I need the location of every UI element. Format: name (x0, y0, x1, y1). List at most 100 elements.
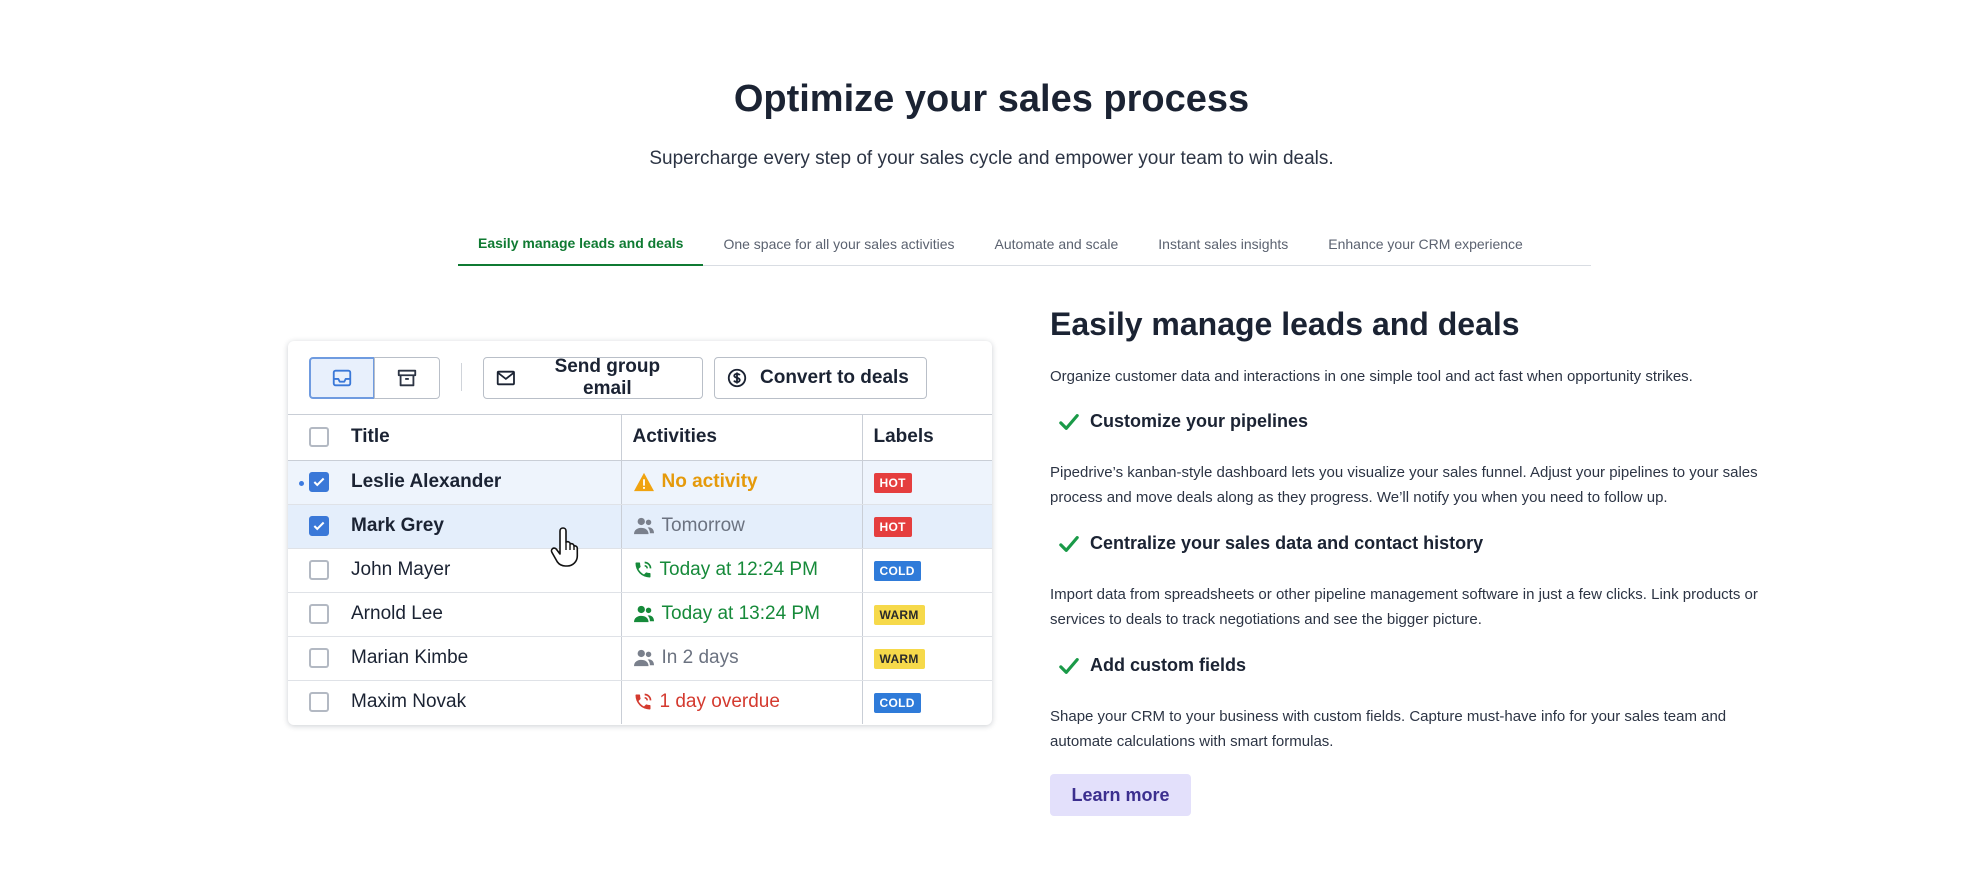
inbox-view-button[interactable] (309, 357, 375, 399)
row-activity-cell: 1 day overdue (621, 680, 863, 724)
learn-more-button[interactable]: Learn more (1050, 774, 1191, 816)
row-title: Mark Grey (351, 504, 622, 549)
convert-to-deals-label: Convert to deals (760, 367, 909, 388)
check-icon (1059, 657, 1079, 674)
row-activity-text: In 2 days (661, 647, 739, 668)
row-checkbox-cell (288, 592, 351, 637)
status-badge: WARM (873, 649, 925, 669)
row-checkbox-cell (288, 504, 351, 549)
row-checkbox-cell (288, 548, 351, 593)
feature-title: Centralize your sales data and contact h… (1090, 533, 1484, 553)
table-row[interactable]: Mark Grey Tomorrow HOT (288, 504, 992, 549)
select-all-cell (288, 415, 351, 461)
row-activity-text: 1 day overdue (659, 691, 780, 713)
row-activity-text: Today at 13:24 PM (661, 603, 820, 624)
table-row[interactable]: Marian Kimbe In 2 days WARM (288, 636, 992, 681)
section-title: Easily manage leads and deals (1050, 306, 1520, 342)
send-group-email-button[interactable]: Send group email (483, 356, 703, 399)
column-header-activities[interactable]: Activities (621, 415, 863, 461)
row-label-cell: COLD (862, 548, 992, 593)
inbox-icon (332, 369, 352, 387)
column-header-title[interactable]: Title (351, 415, 622, 461)
tab-insights[interactable]: Instant sales insights (1138, 222, 1308, 266)
feature-description: Shape your CRM to your business with cus… (1050, 708, 1727, 750)
row-activity-cell: Today at 12:24 PM (621, 548, 863, 593)
convert-to-deals-button[interactable]: Convert to deals (714, 357, 927, 399)
row-checkbox[interactable] (309, 692, 329, 713)
status-badge: HOT (873, 517, 912, 537)
tab-automate[interactable]: Automate and scale (975, 222, 1139, 266)
row-activity-text: Today at 12:24 PM (659, 559, 818, 580)
leads-table-card: Send group email Convert to deals Title … (288, 341, 992, 725)
people-icon (633, 649, 654, 667)
row-checkbox-cell (288, 460, 351, 505)
section-intro: Organize customer data and interactions … (1050, 368, 1693, 385)
tab-manage-leads[interactable]: Easily manage leads and deals (458, 222, 704, 266)
row-checkbox[interactable] (309, 648, 329, 668)
row-title: Leslie Alexander (351, 460, 622, 505)
row-title: Arnold Lee (351, 592, 622, 637)
row-checkbox[interactable] (309, 472, 329, 492)
feature-title: Add custom fields (1090, 655, 1247, 675)
people-icon (633, 517, 654, 535)
feature-heading: Customize your pipelines (1058, 411, 1308, 432)
leads-table: Title Activities Labels Leslie Alexander… (288, 415, 992, 724)
row-label-cell: WARM (862, 636, 992, 681)
feature-title: Customize your pipelines (1090, 411, 1309, 431)
row-activity-cell: In 2 days (621, 636, 863, 681)
table-row[interactable]: Arnold Lee Today at 13:24 PM WARM (288, 592, 992, 637)
mail-icon (496, 370, 515, 386)
feature-heading: Centralize your sales data and contact h… (1058, 533, 1483, 554)
row-checkbox-cell (288, 680, 351, 724)
row-activity-cell: No activity (621, 460, 863, 505)
feature-tabs: Easily manage leads and deals One space … (458, 222, 1591, 266)
row-title: Marian Kimbe (351, 636, 622, 681)
archive-icon (397, 369, 417, 387)
row-title: Maxim Novak (351, 680, 622, 724)
row-label-cell: HOT (862, 504, 992, 549)
row-indicator-dot (299, 480, 304, 486)
table-row[interactable]: Maxim Novak 1 day overdue COLD (288, 680, 992, 724)
table-toolbar: Send group email Convert to deals (288, 341, 992, 415)
table-header-row: Title Activities Labels (288, 415, 992, 461)
row-activity-text: No activity (661, 471, 758, 492)
status-badge: WARM (873, 605, 925, 625)
row-label-cell: HOT (862, 460, 992, 505)
column-header-labels[interactable]: Labels (862, 415, 992, 461)
tab-crm-experience[interactable]: Enhance your CRM experience (1308, 222, 1543, 266)
row-checkbox[interactable] (309, 516, 329, 536)
archive-view-button[interactable] (374, 357, 440, 399)
row-activity-text: Tomorrow (661, 515, 745, 536)
row-title: John Mayer (351, 548, 622, 593)
status-badge: HOT (873, 473, 912, 493)
dollar-circle-icon (727, 368, 747, 388)
phone-icon (635, 693, 651, 710)
check-icon (1059, 535, 1079, 552)
page-title: Optimize your sales process (733, 78, 1250, 120)
row-checkbox[interactable] (309, 604, 329, 624)
feature-description: Import data from spreadsheets or other p… (1050, 586, 1758, 628)
status-badge: COLD (873, 693, 921, 714)
checkmark-icon (313, 477, 325, 487)
people-icon (633, 605, 654, 623)
send-group-email-label: Send group email (554, 356, 661, 399)
check-icon (1059, 413, 1079, 430)
select-all-checkbox[interactable] (309, 427, 329, 448)
page-subtitle: Supercharge every step of your sales cyc… (649, 148, 1334, 169)
tab-sales-activities[interactable]: One space for all your sales activities (703, 222, 974, 266)
feature-description: Pipedrive’s kanban-style dashboard lets … (1050, 464, 1758, 506)
warning-icon (633, 472, 654, 492)
table-row[interactable]: John Mayer Today at 12:24 PM COLD (288, 548, 992, 593)
row-activity-cell: Today at 13:24 PM (621, 592, 863, 637)
row-activity-cell: Tomorrow (621, 504, 863, 549)
row-checkbox[interactable] (309, 560, 329, 580)
row-checkbox-cell (288, 636, 351, 681)
row-label-cell: COLD (862, 680, 992, 724)
feature-heading: Add custom fields (1058, 655, 1246, 676)
checkmark-icon (313, 521, 325, 531)
phone-icon (635, 561, 651, 578)
toolbar-divider (461, 363, 462, 391)
status-badge: COLD (873, 561, 921, 581)
row-label-cell: WARM (862, 592, 992, 637)
table-row[interactable]: Leslie Alexander No activity HOT (288, 460, 992, 505)
